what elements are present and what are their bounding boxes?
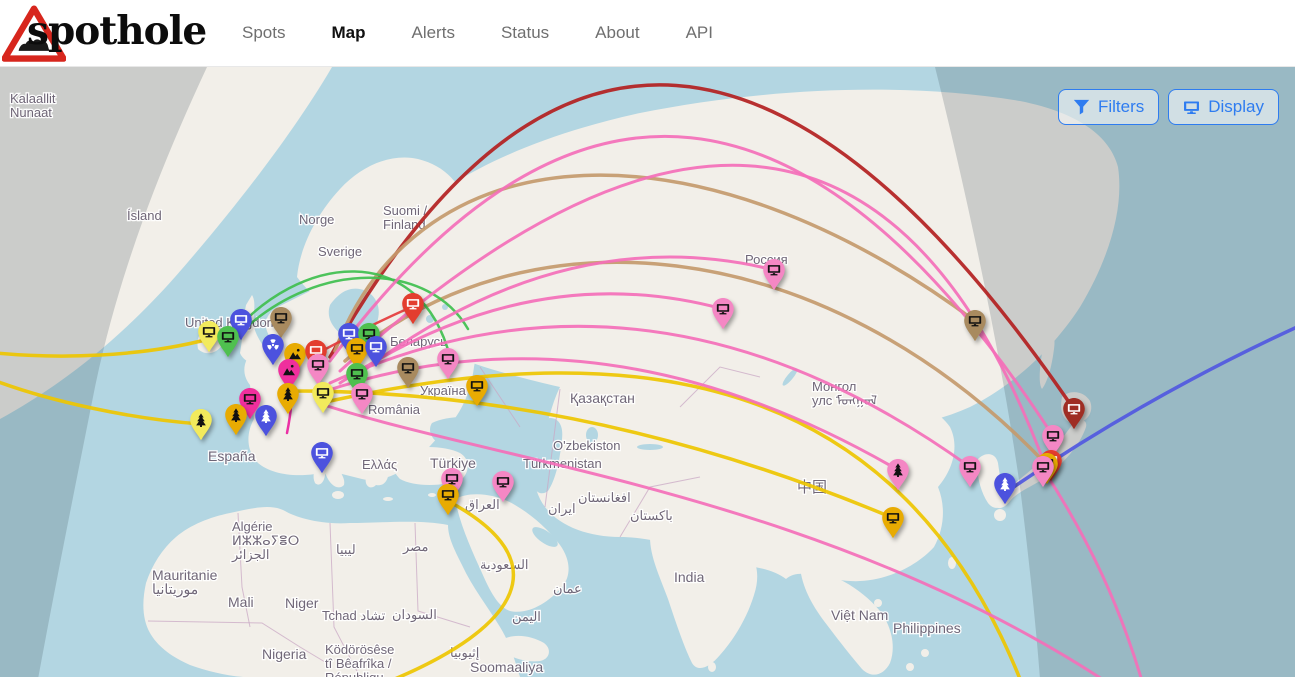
map-label: España	[208, 448, 256, 464]
map-label: Niger	[285, 595, 319, 611]
map-label: Ködörösêse	[325, 642, 394, 657]
map-label: Suomi /	[383, 203, 427, 218]
nav-alerts[interactable]: Alerts	[411, 23, 454, 43]
map-label: România	[368, 402, 421, 417]
map-label: Nigeria	[262, 646, 307, 662]
map-label: اليمن	[512, 609, 541, 625]
map-label: Қазақстан	[570, 390, 635, 406]
nav-spots[interactable]: Spots	[242, 23, 285, 43]
map-label: العراق	[465, 497, 500, 513]
map-label: Mali	[228, 594, 254, 610]
nav-status[interactable]: Status	[501, 23, 549, 43]
display-icon	[1183, 99, 1200, 116]
map-label: Ελλάς	[362, 457, 397, 472]
map-marker-monitor[interactable]	[217, 326, 239, 357]
map-label: Kalaallit	[10, 91, 56, 106]
map-canvas[interactable]: KalaallitNunaat Ísland Norge Sverige Suomi /…	[0, 67, 1295, 677]
map-marker-tree[interactable]	[190, 409, 212, 440]
map-label: ايران	[548, 501, 576, 517]
map-label: افغانستان	[578, 490, 631, 505]
map-label: الجزائر	[231, 547, 270, 563]
map-label: Việt Nam	[831, 607, 888, 623]
header: spothole Spots Map Alerts Status About API	[0, 0, 1295, 67]
main-nav: Spots Map Alerts Status About API	[242, 23, 713, 43]
world-map: KalaallitNunaat Ísland Norge Sverige Suomi /…	[0, 67, 1295, 677]
map-marker-tree[interactable]	[225, 404, 247, 435]
map-label: عمان	[553, 581, 582, 596]
map-label: Soomaaliya	[470, 659, 543, 675]
map-label: السعودية	[480, 557, 529, 573]
map-label: tî Bêafrîka /	[325, 656, 392, 671]
button-label: Display	[1208, 97, 1264, 117]
map-label: ليبيا	[336, 542, 356, 557]
map-label: Tchad تشاد	[322, 608, 386, 623]
map-label: O'zbekiston	[553, 438, 621, 453]
filter-icon	[1073, 99, 1090, 116]
map-label: مصر	[402, 539, 428, 555]
map-marker-monitor[interactable]	[437, 484, 459, 515]
map-label: ⵍⵣⵣⴰⵢⴻⵔ	[232, 533, 299, 548]
map-label: улс ᠮᠣᠩᠭᠣᠯ	[812, 393, 877, 408]
nav-map[interactable]: Map	[331, 23, 365, 43]
map-label: السودان	[392, 607, 437, 623]
display-button[interactable]: Display	[1168, 89, 1279, 125]
map-label: Norge	[299, 212, 334, 227]
logo-text: spothole	[27, 8, 206, 54]
map-label: Algérie	[232, 519, 272, 534]
map-label: Sverige	[318, 244, 362, 259]
map-label: باكستان	[630, 508, 673, 523]
map-label: Nunaat	[10, 105, 52, 120]
nav-api[interactable]: API	[686, 23, 713, 43]
logo[interactable]: spothole	[0, 0, 210, 66]
map-marker-monitor[interactable]	[959, 456, 981, 487]
nav-about[interactable]: About	[595, 23, 639, 43]
map-label: موريتانيا	[152, 581, 198, 598]
map-label: Ísland	[127, 208, 162, 223]
map-label: India	[674, 569, 705, 585]
map-label: Philippines	[893, 620, 961, 636]
filters-button[interactable]: Filters	[1058, 89, 1159, 125]
button-label: Filters	[1098, 97, 1144, 117]
map-controls: Filters Display	[1058, 89, 1279, 125]
